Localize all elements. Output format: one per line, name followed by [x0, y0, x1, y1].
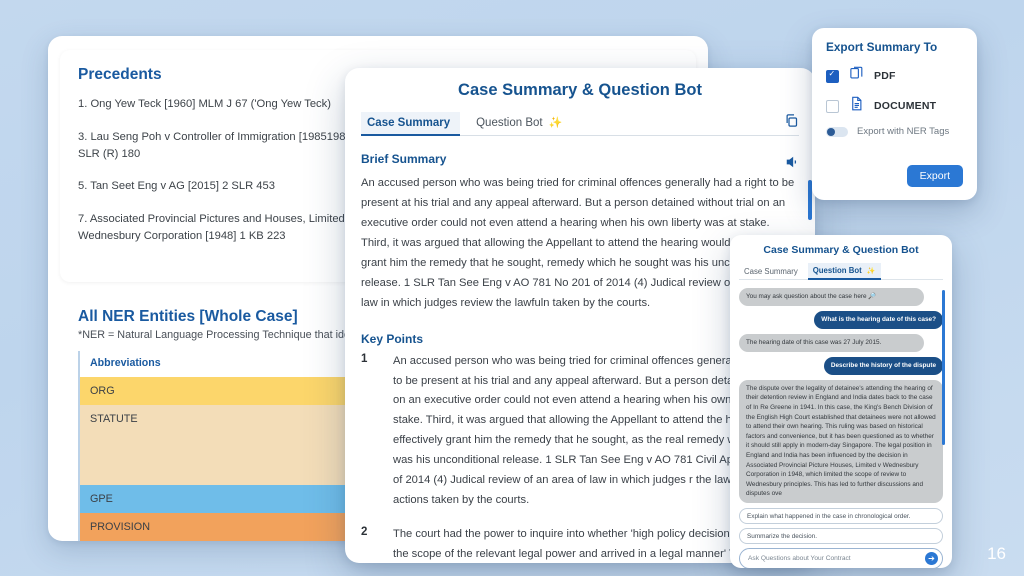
precedent-item[interactable]: 3. Lau Seng Poh v Controller of Immigrat… — [78, 129, 365, 163]
ner-abbr-cell: GPE — [80, 485, 379, 513]
suggestion-chip[interactable]: Explain what happened in the case in chr… — [739, 508, 943, 524]
key-point-number: 2 — [361, 526, 368, 539]
tab-case-summary[interactable]: Case Summary — [361, 112, 461, 136]
export-button[interactable]: Export — [906, 165, 963, 187]
export-option-document[interactable]: DOCUMENT — [826, 96, 963, 116]
sparkle-icon: ✨ — [866, 268, 876, 275]
chat-panel-title: Case Summary & Question Bot — [763, 244, 919, 256]
chat-panel-body: Case Summary Question Bot ✨ You may ask … — [730, 263, 952, 568]
chat-message-user: What is the hearing date of this case? — [814, 310, 943, 329]
document-label: DOCUMENT — [874, 100, 937, 112]
chat-input-placeholder[interactable]: Ask Questions about Your Contract — [748, 555, 925, 562]
brief-summary-heading: Brief Summary — [361, 152, 447, 166]
export-option-pdf[interactable]: PDF — [826, 66, 963, 86]
chat-message-list: You may ask question about the case here… — [739, 288, 945, 503]
pdf-file-icon — [849, 66, 864, 86]
chat-message-bot: You may ask question about the case here… — [739, 288, 925, 306]
chat-tab-question-bot-label: Question Bot — [812, 266, 862, 275]
modal-title: Case Summary & Question Bot — [458, 81, 702, 99]
chat-tab-case-summary-label: Case Summary — [744, 267, 798, 276]
page-number: 16 — [987, 544, 1006, 563]
chat-tab-case-summary[interactable]: Case Summary — [739, 264, 803, 279]
chat-tab-question-bot[interactable]: Question Bot ✨ — [807, 263, 881, 280]
suggestion-chip[interactable]: Summarize the decision. — [739, 528, 943, 544]
modal-tab-bar: Case Summary Question Bot ✨ — [361, 111, 799, 136]
speaker-icon[interactable] — [785, 155, 799, 174]
sparkle-icon: ✨ — [548, 117, 563, 129]
document-file-icon — [849, 96, 864, 116]
tab-question-bot[interactable]: Question Bot ✨ — [470, 111, 572, 136]
pdf-label: PDF — [874, 70, 896, 82]
chat-tab-bar: Case Summary Question Bot ✨ — [739, 263, 943, 280]
ner-column-abbreviations: Abbreviations — [90, 357, 161, 369]
pdf-checkbox[interactable] — [826, 69, 839, 83]
ner-tags-toggle-label: Export with NER Tags — [857, 126, 950, 137]
ner-abbr-cell: STATUTE — [80, 405, 379, 485]
export-summary-popover: Export Summary To PDF DOCUMENT — [812, 28, 977, 200]
chat-message-user: Describe the history of the dispute — [823, 356, 943, 375]
precedent-item[interactable]: 7. Associated Provincial Pictures and Ho… — [78, 211, 365, 245]
question-bot-panel: Case Summary & Question Bot Case Summary… — [730, 235, 952, 568]
document-checkbox[interactable] — [826, 99, 839, 113]
copy-icon[interactable] — [784, 113, 799, 133]
export-popover-title: Export Summary To — [826, 40, 938, 54]
ner-tags-toggle[interactable] — [826, 126, 848, 137]
send-arrow-icon[interactable]: ➔ — [925, 552, 938, 565]
chat-input-row[interactable]: Ask Questions about Your Contract ➔ — [739, 548, 943, 568]
ner-tags-toggle-row[interactable]: Export with NER Tags — [826, 126, 963, 137]
precedent-item[interactable]: 5. Tan Seet Eng v AG [2015] 2 SLR 453 — [78, 178, 365, 195]
tab-case-summary-label: Case Summary — [367, 117, 451, 129]
slide-canvas: Show All Export Summary To Precedents 1.… — [0, 0, 1024, 576]
key-point-number: 1 — [361, 352, 368, 365]
precedent-item[interactable]: 1. Ong Yew Teck [1960] MLM J 67 ('Ong Ye… — [78, 96, 365, 113]
chat-message-bot: The dispute over the legality of detaine… — [739, 379, 943, 503]
ner-abbr-cell: PROVISION — [80, 513, 379, 541]
chat-scrollbar[interactable] — [942, 290, 945, 445]
chat-message-bot: The hearing date of this case was 27 Jul… — [739, 333, 925, 352]
tab-question-bot-label: Question Bot — [476, 117, 543, 129]
ner-abbr-cell: ORG — [80, 377, 379, 405]
